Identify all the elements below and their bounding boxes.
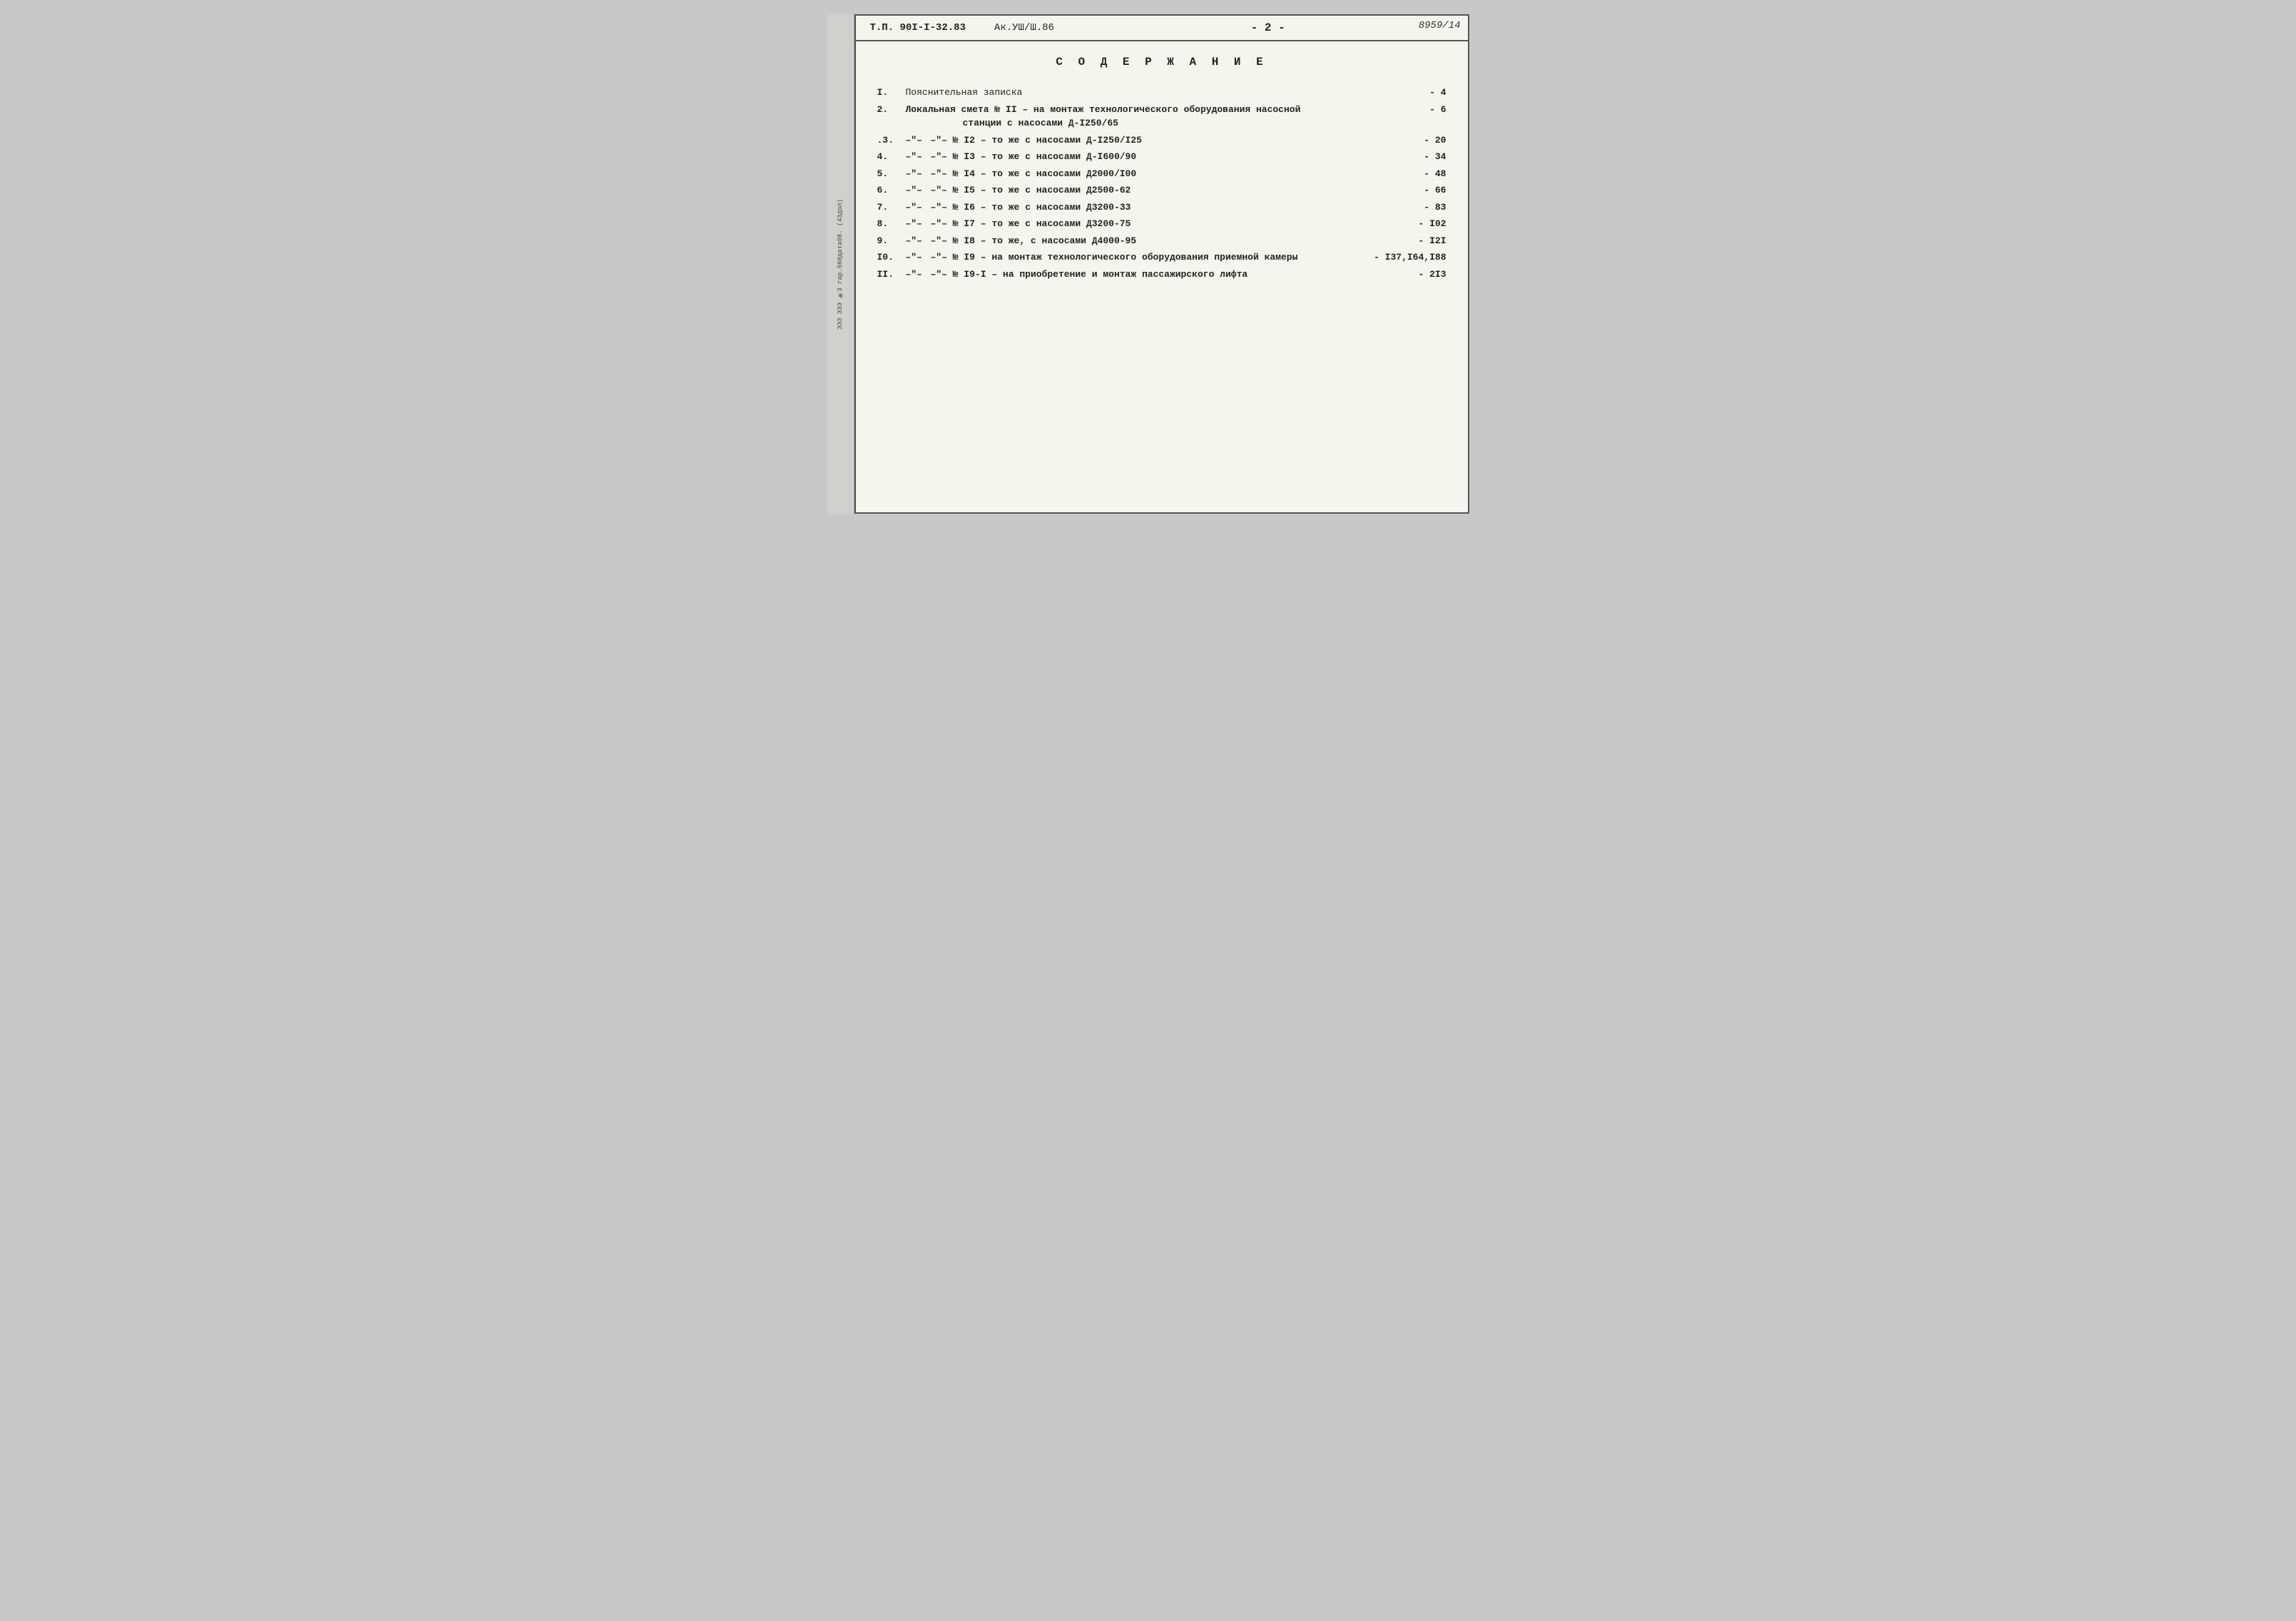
toc-item-2: 2. Локальная смета № II – на монтаж техн… bbox=[877, 103, 1447, 131]
sidebar-text: ЭЭЭ ЭЭЭ №3 гар.560дата98. (43дол) bbox=[837, 199, 845, 330]
toc-desc-2: Локальная смета № II – на монтаж техноло… bbox=[906, 103, 1389, 131]
toc-page-3: - 20 bbox=[1389, 133, 1447, 148]
main-content: Т.П. 90I-I-32.83 Ак.УШ/Ш.86 - 2 - С О Д … bbox=[854, 14, 1469, 514]
toc-dash-9: –"– bbox=[906, 234, 931, 248]
toc-num-9: 9. bbox=[877, 234, 906, 248]
header-ak: Ак.УШ/Ш.86 bbox=[994, 22, 1054, 34]
toc-num-7: 7. bbox=[877, 200, 906, 215]
toc-page-11: - 2I3 bbox=[1389, 268, 1447, 282]
header-tp: Т.П. 90I-I-32.83 bbox=[870, 22, 966, 34]
toc-desc-9: –"– № I8 – то же, с насосами Д4000-95 bbox=[931, 234, 1389, 248]
toc-num-3: .3. bbox=[877, 133, 906, 148]
toc-item-10: I0. –"– –"– № I9 – на монтаж технологиче… bbox=[877, 250, 1447, 265]
header-row: Т.П. 90I-I-32.83 Ак.УШ/Ш.86 - 2 - bbox=[856, 16, 1468, 41]
page-wrapper: 8959/14 ЭЭЭ ЭЭЭ №3 гар.560дата98. (43дол… bbox=[827, 14, 1469, 514]
toc-dash-7: –"– bbox=[906, 200, 931, 215]
toc-num-11: II. bbox=[877, 268, 906, 282]
toc-desc-10: –"– № I9 – на монтаж технологического об… bbox=[931, 250, 1374, 265]
title-section: С О Д Е Р Ж А Н И Е bbox=[877, 56, 1447, 68]
document-number: 8959/14 bbox=[1419, 20, 1461, 31]
toc-item-9: 9. –"– –"– № I8 – то же, с насосами Д400… bbox=[877, 234, 1447, 248]
toc-page-9: - I2I bbox=[1389, 234, 1447, 248]
toc-dash-8: –"– bbox=[906, 217, 931, 231]
toc-dash-10: –"– bbox=[906, 250, 931, 265]
toc-page-1: - 4 bbox=[1389, 86, 1447, 100]
toc-desc-6: –"– № I5 – то же с насосами Д2500-62 bbox=[931, 183, 1389, 198]
toc-dash-11: –"– bbox=[906, 268, 931, 282]
toc-desc-4: –"– № I3 – то же с насосами Д-I600/90 bbox=[931, 150, 1389, 164]
header-dash: - 2 - bbox=[1083, 21, 1454, 34]
toc-desc-3: –"– № I2 – то же с насосами Д-I250/I25 bbox=[931, 133, 1389, 148]
toc-page-10: - I37,I64,I88 bbox=[1374, 250, 1446, 265]
content-area: С О Д Е Р Ж А Н И Е I. Пояснительная зап… bbox=[856, 41, 1468, 312]
toc-item-8: 8. –"– –"– № I7 – то же с насосами Д3200… bbox=[877, 217, 1447, 231]
toc-num-1: I. bbox=[877, 86, 906, 100]
toc-num-5: 5. bbox=[877, 167, 906, 181]
toc-desc-1: Пояснительная записка bbox=[906, 86, 1389, 100]
toc-item-4: 4. –"– –"– № I3 – то же с насосами Д-I60… bbox=[877, 150, 1447, 164]
toc-desc-2-line2: станции с насосами Д-I250/65 bbox=[963, 116, 1389, 131]
toc-num-8: 8. bbox=[877, 217, 906, 231]
toc-num-10: I0. bbox=[877, 250, 906, 265]
toc-page-6: - 66 bbox=[1389, 183, 1447, 198]
toc-item-6: 6. –"– –"– № I5 – то же с насосами Д2500… bbox=[877, 183, 1447, 198]
page-title: С О Д Е Р Ж А Н И Е bbox=[1056, 56, 1267, 68]
toc-desc-2-line1: Локальная смета № II – на монтаж техноло… bbox=[906, 103, 1389, 117]
left-sidebar: ЭЭЭ ЭЭЭ №3 гар.560дата98. (43дол) bbox=[827, 14, 854, 514]
toc-num-6: 6. bbox=[877, 183, 906, 198]
toc-desc-7: –"– № I6 – то же с насосами Д3200-33 bbox=[931, 200, 1389, 215]
toc-item-1: I. Пояснительная записка - 4 bbox=[877, 86, 1447, 100]
toc-page-4: - 34 bbox=[1389, 150, 1447, 164]
toc-dash-6: –"– bbox=[906, 183, 931, 198]
toc-num-2: 2. bbox=[877, 103, 906, 117]
toc-item-5: 5. –"– –"– № I4 – то же с насосами Д2000… bbox=[877, 167, 1447, 181]
toc-item-11: II. –"– –"– № I9-I – на приобретение и м… bbox=[877, 268, 1447, 282]
toc-page-2: - 6 bbox=[1389, 103, 1447, 117]
toc-page-5: - 48 bbox=[1389, 167, 1447, 181]
toc-item-3: .3. –"– –"– № I2 – то же с насосами Д-I2… bbox=[877, 133, 1447, 148]
toc-desc-11: –"– № I9-I – на приобретение и монтаж па… bbox=[931, 268, 1389, 282]
toc-dash-4: –"– bbox=[906, 150, 931, 164]
toc-page-7: - 83 bbox=[1389, 200, 1447, 215]
toc-desc-5: –"– № I4 – то же с насосами Д2000/I00 bbox=[931, 167, 1389, 181]
toc-num-4: 4. bbox=[877, 150, 906, 164]
toc-dash-3: –"– bbox=[906, 133, 931, 148]
toc-item-7: 7. –"– –"– № I6 – то же с насосами Д3200… bbox=[877, 200, 1447, 215]
toc-dash-5: –"– bbox=[906, 167, 931, 181]
toc-desc-8: –"– № I7 – то же с насосами Д3200-75 bbox=[931, 217, 1389, 231]
toc-page-8: - I02 bbox=[1389, 217, 1447, 231]
